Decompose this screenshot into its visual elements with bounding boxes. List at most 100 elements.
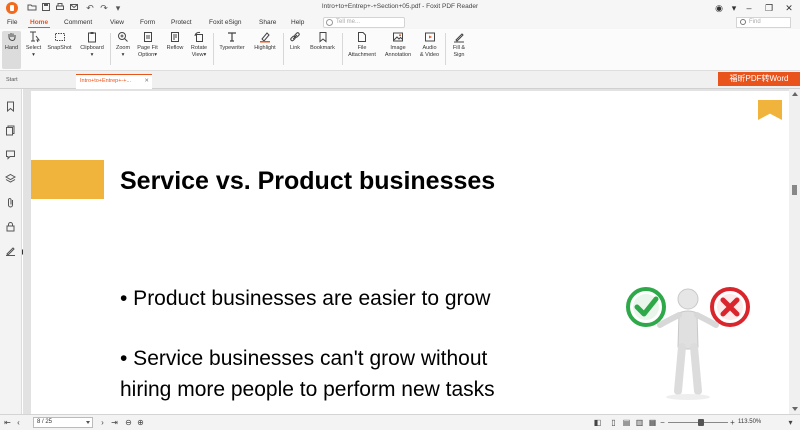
link-label: Link — [289, 45, 301, 51]
reflow-label: Reflow — [166, 45, 184, 51]
typewriter-button[interactable]: Typewriter — [216, 31, 248, 69]
tab-share[interactable]: Share — [257, 17, 278, 28]
zoom-slider-handle[interactable] — [698, 419, 704, 426]
comments-panel-icon[interactable] — [5, 149, 16, 160]
close-tab-icon[interactable]: ✕ — [144, 75, 149, 88]
next-page-icon[interactable]: › — [98, 418, 107, 427]
fill-sign-icon — [453, 31, 465, 43]
file-attachment-label-2: Attachment — [348, 51, 376, 58]
status-bar: ⇤ ‹ 8 / 25 › ⇥ ⊖ ⊕ ◧ ▯ ▤ ▥ ▦ − + 113.50%… — [0, 414, 800, 430]
audio-video-label-2: & Video — [419, 51, 440, 58]
reflow-button[interactable]: Reflow — [163, 31, 187, 69]
foxit-pdf-reader-window: ↶ ↷ ▾ Intro+to+Entrep+-+Section+05.pdf -… — [0, 0, 800, 430]
zoom-out-icon[interactable]: − — [658, 418, 667, 427]
account-menu-icon[interactable]: ▾ — [727, 1, 741, 15]
zoom-icon — [117, 31, 129, 43]
rotate-view-button[interactable]: Rotate View▾ — [188, 31, 210, 69]
minimize-icon[interactable]: – — [742, 1, 756, 15]
pages-panel-icon[interactable] — [5, 125, 16, 136]
bookmark-button[interactable]: Bookmark — [306, 31, 339, 69]
zoom-in-icon[interactable]: + — [728, 418, 737, 427]
slide-bullet-2-line-1: • Service businesses can't grow without — [120, 347, 488, 370]
find-input[interactable]: Find — [736, 17, 791, 28]
snapshot-button[interactable]: SnapShot — [45, 31, 74, 69]
file-attachment-label: File — [357, 45, 367, 51]
first-page-icon[interactable]: ⇤ — [3, 418, 12, 427]
tab-file[interactable]: File — [5, 17, 19, 28]
separator — [342, 33, 343, 65]
zoom-level[interactable]: 113.50% — [738, 419, 761, 425]
continuous-view-icon[interactable]: ▤ — [622, 418, 631, 427]
page-fit-option-button[interactable]: Page Fit Option▾ — [135, 31, 160, 69]
file-attachment-button[interactable]: File Attachment — [345, 31, 379, 69]
typewriter-icon — [226, 31, 238, 43]
fill-sign-label: Fill & — [452, 45, 466, 51]
pdf-page: Service vs. Product businesses • Product… — [31, 91, 789, 414]
scroll-down-arrow-icon[interactable] — [792, 407, 798, 411]
rotate-icon — [193, 31, 205, 43]
title-accent-bar — [31, 160, 104, 199]
page-fit-icon — [142, 31, 154, 43]
vertical-scrollbar[interactable] — [789, 89, 800, 414]
zoom-button[interactable]: Zoom ▾ — [113, 31, 133, 69]
previous-page-icon[interactable]: ‹ — [14, 418, 23, 427]
next-view-icon[interactable]: ⊕ — [136, 418, 145, 427]
security-panel-icon[interactable] — [5, 221, 16, 232]
reading-mode-icon[interactable]: ◧ — [593, 418, 602, 427]
attachments-panel-icon[interactable] — [5, 197, 16, 208]
restore-icon[interactable]: ❐ — [762, 1, 776, 15]
hand-tool-button[interactable]: Hand — [2, 31, 21, 69]
tab-help[interactable]: Help — [289, 17, 306, 28]
layers-panel-icon[interactable] — [5, 173, 16, 184]
tab-current-document[interactable]: Intro+to+Entrep+-+... ✕ — [76, 74, 152, 89]
bookmarks-panel-icon[interactable] — [5, 101, 16, 112]
separator — [213, 33, 214, 65]
page-number-input[interactable]: 8 / 25 — [33, 417, 93, 428]
select-cursor-icon — [28, 31, 40, 43]
current-document-label: Intro+to+Entrep+-+... — [80, 78, 132, 84]
zoom-dropdown-icon[interactable]: ▾ — [786, 418, 795, 427]
tab-form[interactable]: Form — [138, 17, 157, 28]
link-button[interactable]: Link — [286, 31, 304, 69]
signature-panel-icon[interactable] — [5, 245, 16, 256]
last-page-icon[interactable]: ⇥ — [110, 418, 119, 427]
tab-home[interactable]: Home — [28, 17, 51, 28]
close-icon[interactable]: ✕ — [782, 1, 796, 15]
highlight-button[interactable]: Highlight — [250, 31, 280, 69]
audio-video-button[interactable]: Audio & Video — [417, 31, 442, 69]
document-tabs: Start Intro+to+Entrep+-+... ✕ — [0, 71, 800, 89]
page-fit-label-2: Option — [138, 51, 155, 58]
page-dropdown-icon[interactable] — [86, 421, 90, 424]
tab-foxit-esign[interactable]: Foxit eSign — [207, 17, 244, 28]
tab-protect[interactable]: Protect — [169, 17, 194, 28]
select-tool-button[interactable]: Select ▾ — [23, 31, 44, 69]
slide-bullet-1: • Product businesses are easier to grow — [120, 287, 491, 310]
file-attachment-icon — [356, 31, 368, 43]
fill-sign-button[interactable]: Fill & Sign — [448, 31, 470, 69]
tell-me-search[interactable]: Tell me... — [323, 17, 405, 28]
audio-video-icon — [424, 31, 436, 43]
continuous-facing-view-icon[interactable]: ▦ — [648, 418, 657, 427]
scrollbar-thumb[interactable] — [792, 185, 797, 195]
facing-view-icon[interactable]: ▥ — [635, 418, 644, 427]
image-annotation-button[interactable]: Image Annotation — [381, 31, 415, 69]
tab-view[interactable]: View — [108, 17, 126, 28]
link-icon — [289, 31, 301, 43]
slide-title: Service vs. Product businesses — [120, 167, 496, 195]
account-icon[interactable]: ◉ — [712, 1, 726, 15]
previous-view-icon[interactable]: ⊖ — [124, 418, 133, 427]
audio-video-label: Audio — [422, 45, 437, 51]
scroll-up-arrow-icon[interactable] — [792, 92, 798, 96]
search-icon — [740, 19, 746, 25]
hand-icon — [6, 31, 18, 43]
page-indicator: 8 / 25 — [37, 419, 53, 425]
clipboard-button[interactable]: Clipboard ▾ — [77, 31, 107, 69]
navigation-panel — [0, 89, 22, 414]
convert-to-word-button[interactable]: 福昕PDF转Word — [718, 72, 800, 86]
bookmark-icon — [317, 31, 329, 43]
rotate-label-2: View — [191, 51, 204, 58]
single-page-view-icon[interactable]: ▯ — [609, 418, 618, 427]
tab-comment[interactable]: Comment — [62, 17, 94, 28]
tab-start[interactable]: Start — [2, 74, 22, 89]
lightbulb-icon — [326, 19, 333, 26]
